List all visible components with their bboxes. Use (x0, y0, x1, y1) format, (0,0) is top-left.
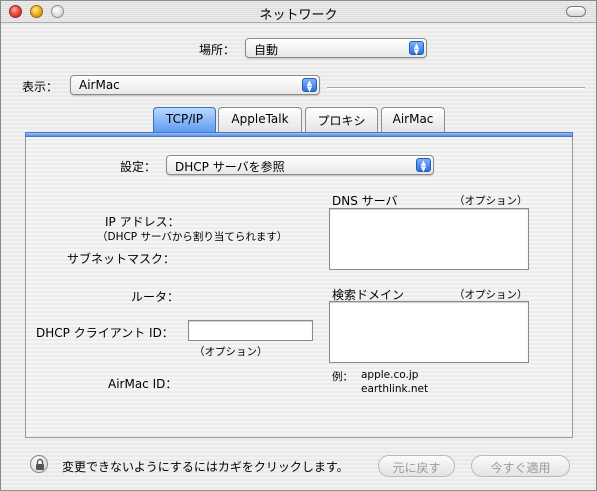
network-window: ネットワーク 場所： 自動 ▲ ▼ 表示： AirMac ▲ ▼ TCP/IP Ap… (0, 0, 597, 491)
dhcp-client-id-note: （オプション） (194, 346, 268, 358)
show-label: 表示： (22, 80, 59, 94)
ip-address-label: IP アドレス： (105, 215, 180, 229)
tab-airmac[interactable]: AirMac (381, 107, 445, 132)
dns-server-field[interactable] (329, 208, 529, 270)
tab-tcpip[interactable]: TCP/IP (153, 107, 216, 132)
title-bar: ネットワーク (1, 1, 596, 23)
popup-arrows-icon: ▲ ▼ (409, 41, 424, 56)
window-title: ネットワーク (259, 8, 338, 23)
popup-arrows-icon: ▲ ▼ (302, 78, 317, 93)
config-value: DHCP サーバを参照 (175, 160, 285, 174)
popup-arrows-icon: ▲ ▼ (416, 158, 431, 173)
location-value: 自動 (254, 43, 279, 57)
lock-icon[interactable] (30, 455, 48, 473)
tab-proxy[interactable]: プロキシ (305, 107, 378, 132)
location-popup[interactable]: 自動 ▲ ▼ (245, 38, 427, 58)
config-label: 設定： (120, 160, 157, 174)
example-domain-2: earthlink.net (361, 383, 429, 395)
show-value: AirMac (79, 78, 120, 92)
dhcp-client-id-label: DHCP クライアント ID： (36, 326, 174, 340)
apply-now-button[interactable]: 今すぐ適用 (471, 455, 570, 477)
router-label: ルータ： (131, 290, 180, 304)
example-domain-1: apple.co.jp (361, 369, 419, 381)
lock-hint: 変更できないようにするにはカギをクリックします。 (62, 460, 349, 474)
dns-optional-note: （オプション） (454, 195, 528, 207)
toolbar-toggle-button[interactable] (566, 6, 586, 17)
search-domain-field[interactable] (329, 301, 529, 363)
tab-bar: TCP/IP AppleTalk プロキシ AirMac (1, 107, 596, 133)
dhcp-client-id-input[interactable] (188, 320, 313, 341)
dns-label: DNS サーバ (332, 194, 398, 208)
subnet-mask-label: サブネットマスク： (67, 252, 176, 266)
search-optional-note: （オプション） (454, 289, 528, 301)
separator (327, 87, 585, 89)
airmac-id-label: AirMac ID： (108, 377, 178, 391)
example-label: 例： (332, 371, 353, 383)
show-popup[interactable]: AirMac ▲ ▼ (70, 75, 320, 95)
revert-button[interactable]: 元に戻す (378, 455, 455, 477)
tab-appletalk[interactable]: AppleTalk (218, 107, 302, 132)
config-popup[interactable]: DHCP サーバを参照 ▲ ▼ (166, 155, 434, 175)
ip-address-note: （DHCP サーバから割り当てられます） (97, 231, 288, 243)
location-label: 場所： (199, 43, 236, 57)
